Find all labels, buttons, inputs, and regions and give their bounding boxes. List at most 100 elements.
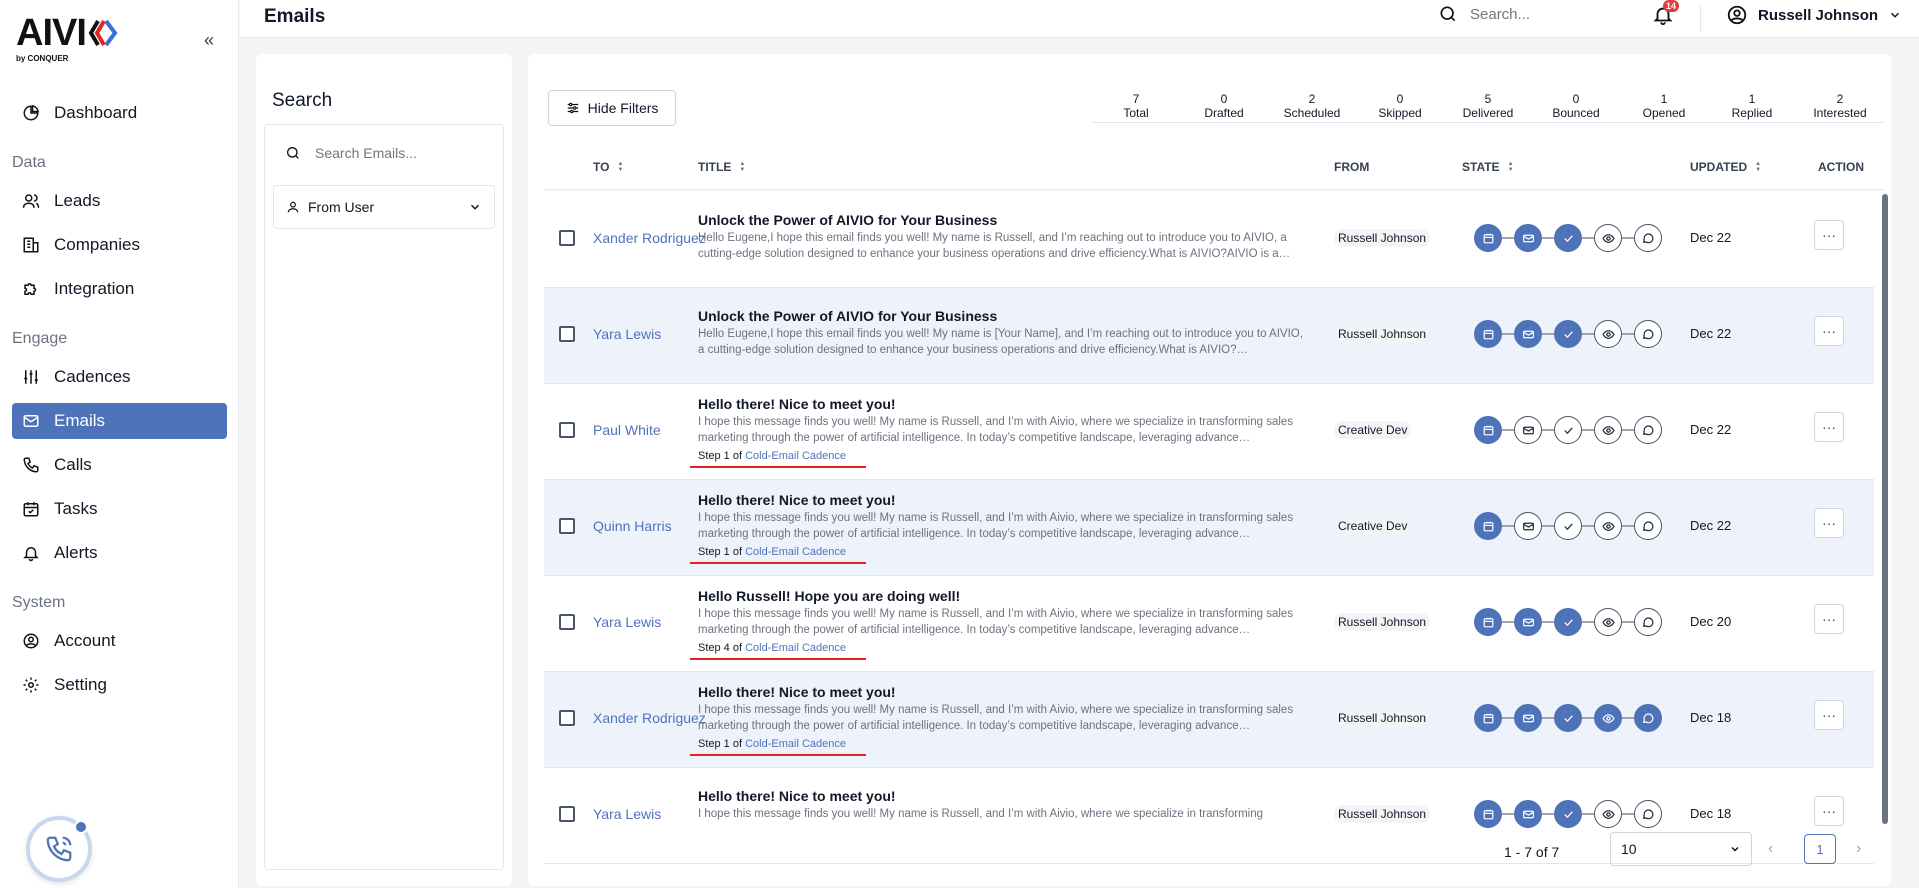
recipient-link[interactable]: Yara Lewis: [593, 806, 661, 822]
row-actions-button[interactable]: ···: [1814, 796, 1844, 826]
state-calendar[interactable]: [1474, 512, 1502, 540]
state-eye[interactable]: [1594, 416, 1622, 444]
user-menu[interactable]: Russell Johnson: [1726, 4, 1902, 26]
cadence-link[interactable]: Cold-Email Cadence: [745, 546, 846, 558]
dialer-button[interactable]: [26, 816, 92, 882]
row-checkbox[interactable]: [559, 710, 575, 726]
brand-logo[interactable]: AIVI by CONQUER: [16, 14, 120, 63]
sidebar-item-tasks[interactable]: Tasks: [12, 491, 227, 527]
state-check[interactable]: [1554, 704, 1582, 732]
state-calendar[interactable]: [1474, 704, 1502, 732]
email-title-cell[interactable]: Hello there! Nice to meet you! I hope th…: [690, 492, 1308, 564]
table-row[interactable]: Xander Rodriguez Hello there! Nice to me…: [544, 672, 1874, 768]
state-mail[interactable]: [1514, 320, 1542, 348]
table-row[interactable]: Paul White Hello there! Nice to meet you…: [544, 384, 1874, 480]
recipient-link[interactable]: Quinn Harris: [593, 518, 672, 534]
sidebar-item-account[interactable]: Account: [12, 623, 227, 659]
stat-scheduled[interactable]: 2 Scheduled: [1268, 92, 1356, 123]
sidebar-item-setting[interactable]: Setting: [12, 667, 227, 703]
sidebar-item-alerts[interactable]: Alerts: [12, 535, 227, 571]
table-row[interactable]: Quinn Harris Hello there! Nice to meet y…: [544, 480, 1874, 576]
next-page-button[interactable]: ›: [1856, 840, 1861, 858]
state-chat[interactable]: [1634, 224, 1662, 252]
state-chat[interactable]: [1634, 800, 1662, 828]
state-mail[interactable]: [1514, 704, 1542, 732]
state-chat[interactable]: [1634, 320, 1662, 348]
sidebar-item-leads[interactable]: Leads: [12, 183, 227, 219]
table-row[interactable]: Yara Lewis Unlock the Power of AIVIO for…: [544, 288, 1874, 384]
row-actions-button[interactable]: ···: [1814, 508, 1844, 538]
table-row[interactable]: Xander Rodriguez Unlock the Power of AIV…: [544, 192, 1874, 288]
state-chat[interactable]: [1634, 608, 1662, 636]
email-search[interactable]: [275, 137, 495, 169]
state-chat[interactable]: [1634, 416, 1662, 444]
row-checkbox[interactable]: [559, 422, 575, 438]
table-scrollbar[interactable]: [1882, 194, 1888, 824]
page-size-select[interactable]: 10: [1610, 832, 1752, 866]
global-search[interactable]: [1438, 4, 1600, 24]
row-checkbox[interactable]: [559, 326, 575, 342]
global-search-input[interactable]: [1470, 5, 1600, 23]
stat-skipped[interactable]: 0 Skipped: [1356, 92, 1444, 123]
state-check[interactable]: [1554, 416, 1582, 444]
state-mail[interactable]: [1514, 512, 1542, 540]
recipient-link[interactable]: Xander Rodriguez: [593, 230, 706, 246]
row-actions-button[interactable]: ···: [1814, 316, 1844, 346]
state-check[interactable]: [1554, 512, 1582, 540]
state-check[interactable]: [1554, 320, 1582, 348]
email-title-cell[interactable]: Hello there! Nice to meet you! I hope th…: [698, 788, 1308, 838]
state-mail[interactable]: [1514, 800, 1542, 828]
row-checkbox[interactable]: [559, 614, 575, 630]
row-checkbox[interactable]: [559, 518, 575, 534]
recipient-link[interactable]: Paul White: [593, 422, 661, 438]
recipient-link[interactable]: Yara Lewis: [593, 614, 661, 630]
email-title-cell[interactable]: Hello there! Nice to meet you! I hope th…: [690, 396, 1308, 468]
state-check[interactable]: [1554, 608, 1582, 636]
row-actions-button[interactable]: ···: [1814, 412, 1844, 442]
state-eye[interactable]: [1594, 320, 1622, 348]
row-actions-button[interactable]: ···: [1814, 220, 1844, 250]
stat-delivered[interactable]: 5 Delivered: [1444, 92, 1532, 123]
email-title-cell[interactable]: Hello there! Nice to meet you! I hope th…: [690, 684, 1308, 756]
hide-filters-button[interactable]: Hide Filters: [548, 90, 676, 126]
stat-drafted[interactable]: 0 Drafted: [1180, 92, 1268, 123]
stat-bounced[interactable]: 0 Bounced: [1532, 92, 1620, 123]
row-checkbox[interactable]: [559, 806, 575, 822]
row-actions-button[interactable]: ···: [1814, 604, 1844, 634]
row-checkbox[interactable]: [559, 230, 575, 246]
email-search-input[interactable]: [315, 145, 485, 161]
state-calendar[interactable]: [1474, 224, 1502, 252]
table-row[interactable]: Yara Lewis Hello Russell! Hope you are d…: [544, 576, 1874, 672]
email-title-cell[interactable]: Unlock the Power of AIVIO for Your Busin…: [698, 308, 1308, 358]
recipient-link[interactable]: Yara Lewis: [593, 326, 661, 342]
email-title-cell[interactable]: Unlock the Power of AIVIO for Your Busin…: [698, 212, 1308, 262]
state-check[interactable]: [1554, 800, 1582, 828]
state-calendar[interactable]: [1474, 608, 1502, 636]
from-user-select[interactable]: From User: [273, 185, 495, 229]
row-actions-button[interactable]: ···: [1814, 700, 1844, 730]
collapse-sidebar-button[interactable]: «: [204, 30, 214, 51]
cadence-link[interactable]: Cold-Email Cadence: [745, 738, 846, 750]
cadence-link[interactable]: Cold-Email Cadence: [745, 450, 846, 462]
sidebar-item-integration[interactable]: Integration: [12, 271, 227, 307]
state-eye[interactable]: [1594, 800, 1622, 828]
state-chat[interactable]: [1634, 512, 1662, 540]
state-check[interactable]: [1554, 224, 1582, 252]
state-chat[interactable]: [1634, 704, 1662, 732]
state-eye[interactable]: [1594, 704, 1622, 732]
stat-replied[interactable]: 1 Replied: [1708, 92, 1796, 123]
column-state[interactable]: STATE ▲ ▼: [1462, 160, 1514, 174]
cadence-link[interactable]: Cold-Email Cadence: [745, 642, 846, 654]
state-mail[interactable]: [1514, 416, 1542, 444]
state-mail[interactable]: [1514, 608, 1542, 636]
state-eye[interactable]: [1594, 512, 1622, 540]
state-calendar[interactable]: [1474, 416, 1502, 444]
recipient-link[interactable]: Xander Rodriguez: [593, 710, 706, 726]
state-mail[interactable]: [1514, 224, 1542, 252]
state-eye[interactable]: [1594, 608, 1622, 636]
stat-opened[interactable]: 1 Opened: [1620, 92, 1708, 123]
sidebar-item-dashboard[interactable]: Dashboard: [12, 95, 227, 131]
stat-interested[interactable]: 2 Interested: [1796, 92, 1884, 123]
state-eye[interactable]: [1594, 224, 1622, 252]
email-title-cell[interactable]: Hello Russell! Hope you are doing well! …: [690, 588, 1308, 660]
